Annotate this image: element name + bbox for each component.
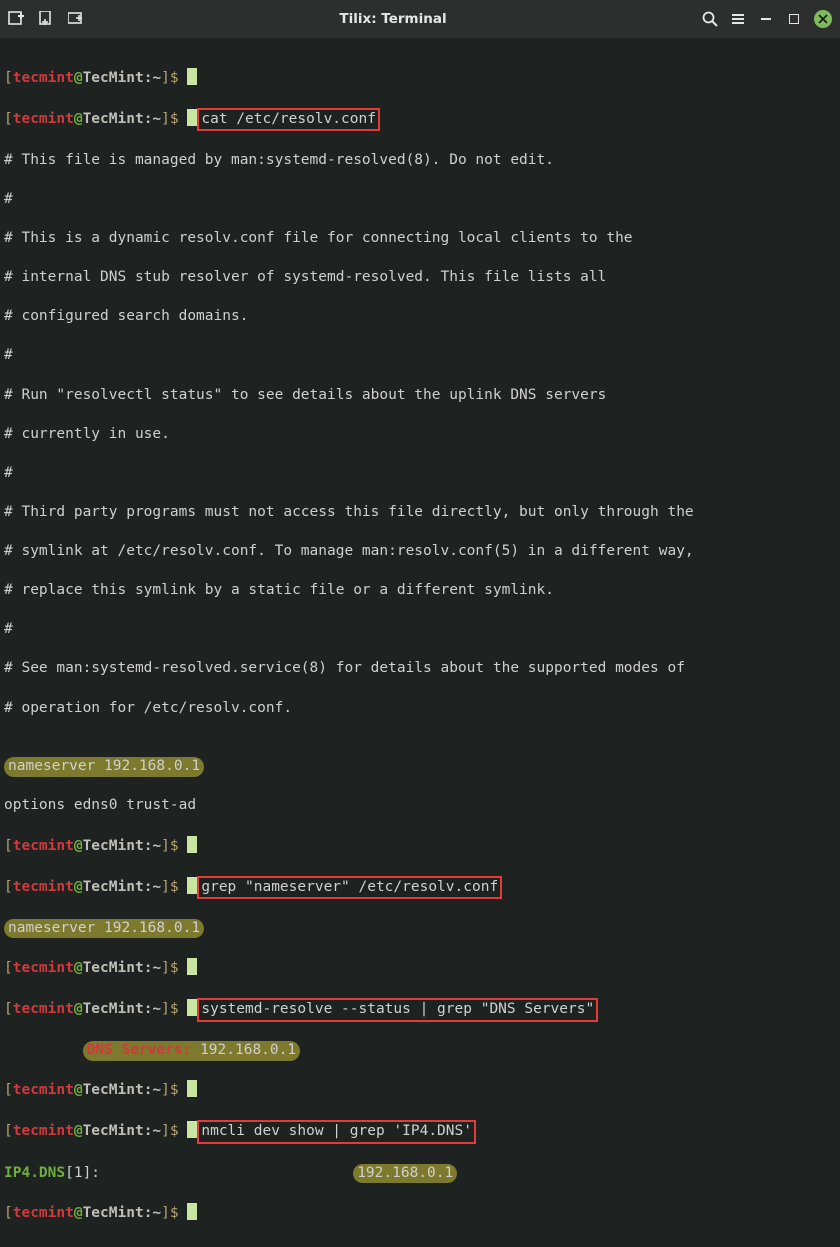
add-pane-right-icon[interactable] bbox=[68, 11, 84, 27]
output-ip4dns: IP4.DNS[1]: 192.168.0.1 bbox=[4, 1164, 836, 1184]
dns-servers-key: DNS Servers: bbox=[87, 1042, 192, 1058]
ip4dns-index: [1]: bbox=[65, 1165, 100, 1181]
output-dns-servers: DNS Servers: 192.168.0.1 bbox=[4, 1041, 836, 1061]
output-line: # replace this symlink by a static file … bbox=[4, 581, 836, 601]
highlight-dns-servers: DNS Servers: 192.168.0.1 bbox=[83, 1041, 301, 1061]
prompt-line: [tecmint@TecMint:~]$ cat /etc/resolv.con… bbox=[4, 108, 836, 132]
output-options: options edns0 trust-ad bbox=[4, 796, 836, 816]
command-nmcli: nmcli dev show | grep 'IP4.DNS' bbox=[197, 1120, 476, 1144]
highlight-ip4dns-val: 192.168.0.1 bbox=[353, 1164, 457, 1184]
output-line: # bbox=[4, 620, 836, 640]
titlebar: Tilix: Terminal bbox=[0, 0, 840, 38]
prompt-line: [tecmint@TecMint:~]$ bbox=[4, 1203, 836, 1224]
titlebar-right-icons bbox=[702, 10, 832, 28]
prompt-line: [tecmint@TecMint:~]$ nmcli dev show | gr… bbox=[4, 1120, 836, 1144]
output-line: # Run "resolvectl status" to see details… bbox=[4, 386, 836, 406]
output-line: # currently in use. bbox=[4, 425, 836, 445]
output-line: # internal DNS stub resolver of systemd-… bbox=[4, 268, 836, 288]
command-cat: cat /etc/resolv.conf bbox=[197, 108, 380, 132]
terminal-output[interactable]: [tecmint@TecMint:~]$ [tecmint@TecMint:~]… bbox=[0, 38, 840, 1247]
output-nameserver: nameserver 192.168.0.1 bbox=[4, 919, 836, 939]
prompt-path: :~ bbox=[144, 70, 161, 86]
hamburger-menu-icon[interactable] bbox=[730, 11, 746, 27]
output-nameserver: nameserver 192.168.0.1 bbox=[4, 757, 836, 777]
maximize-button[interactable] bbox=[786, 11, 802, 27]
close-button[interactable] bbox=[814, 10, 832, 28]
output-line: # Third party programs must not access t… bbox=[4, 503, 836, 523]
search-icon[interactable] bbox=[702, 11, 718, 27]
command-systemd-resolve: systemd-resolve --status | grep "DNS Ser… bbox=[197, 998, 598, 1022]
bracket-open: [ bbox=[4, 70, 13, 86]
prompt-line: [tecmint@TecMint:~]$ bbox=[4, 836, 836, 857]
new-session-icon[interactable] bbox=[8, 11, 24, 27]
output-line: # configured search domains. bbox=[4, 307, 836, 327]
minimize-button[interactable] bbox=[758, 11, 774, 27]
output-line: # This is a dynamic resolv.conf file for… bbox=[4, 229, 836, 249]
prompt-host: TecMint bbox=[83, 70, 144, 86]
cursor-icon bbox=[187, 1203, 197, 1220]
highlight-nameserver: nameserver 192.168.0.1 bbox=[4, 757, 204, 777]
output-line: # bbox=[4, 190, 836, 210]
prompt-line: [tecmint@TecMint:~]$ bbox=[4, 68, 836, 89]
output-line: # bbox=[4, 464, 836, 484]
output-line: # symlink at /etc/resolv.conf. To manage… bbox=[4, 542, 836, 562]
cursor-icon bbox=[187, 877, 197, 894]
cursor-icon bbox=[187, 958, 197, 975]
output-line: # See man:systemd-resolved.service(8) fo… bbox=[4, 659, 836, 679]
output-line: # This file is managed by man:systemd-re… bbox=[4, 151, 836, 171]
cursor-icon bbox=[187, 109, 197, 126]
cursor-icon bbox=[187, 999, 197, 1016]
prompt-line: [tecmint@TecMint:~]$ systemd-resolve --s… bbox=[4, 998, 836, 1022]
prompt-line: [tecmint@TecMint:~]$ bbox=[4, 958, 836, 979]
titlebar-left-icons bbox=[8, 11, 84, 27]
ip4dns-key: IP4.DNS bbox=[4, 1165, 65, 1181]
prompt-line: [tecmint@TecMint:~]$ grep "nameserver" /… bbox=[4, 876, 836, 900]
dns-servers-val: 192.168.0.1 bbox=[191, 1042, 296, 1058]
window-title: Tilix: Terminal bbox=[96, 10, 690, 28]
ip4dns-pad bbox=[100, 1165, 353, 1181]
prompt-dollar: $ bbox=[170, 70, 179, 86]
prompt-line: [tecmint@TecMint:~]$ bbox=[4, 1080, 836, 1101]
prompt-user: tecmint bbox=[13, 70, 74, 86]
add-pane-down-icon[interactable] bbox=[38, 11, 54, 27]
output-line: # operation for /etc/resolv.conf. bbox=[4, 699, 836, 719]
highlight-nameserver: nameserver 192.168.0.1 bbox=[4, 919, 204, 939]
output-line: # bbox=[4, 346, 836, 366]
cursor-icon bbox=[187, 68, 197, 85]
cursor-icon bbox=[187, 1080, 197, 1097]
bracket-close: ] bbox=[161, 70, 170, 86]
prompt-at: @ bbox=[74, 70, 83, 86]
command-grep-nameserver: grep "nameserver" /etc/resolv.conf bbox=[197, 876, 502, 900]
cursor-icon bbox=[187, 836, 197, 853]
cursor-icon bbox=[187, 1121, 197, 1138]
